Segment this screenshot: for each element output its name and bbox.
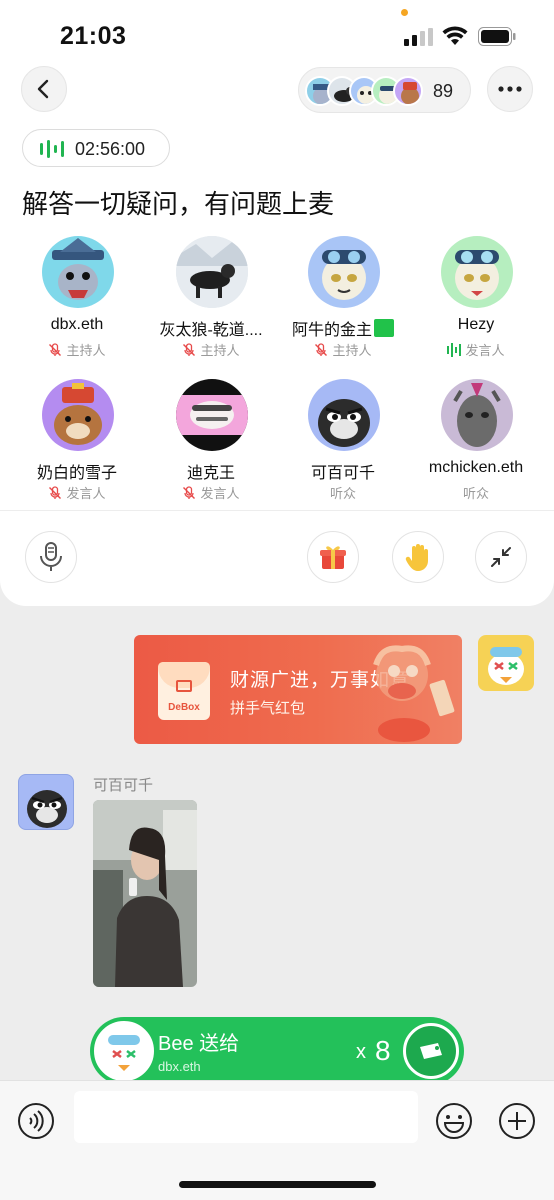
emoji-icon[interactable] bbox=[434, 1101, 474, 1141]
speaker-hezy[interactable]: Hezy 发言人 bbox=[407, 236, 545, 376]
speaker-name: dbx.eth bbox=[50, 316, 104, 333]
muted-mic-icon bbox=[315, 342, 328, 356]
speaker-role: 发言人 bbox=[142, 483, 280, 502]
listener-avatars-button[interactable]: 89 bbox=[298, 67, 471, 113]
speaker-role: 发言人 bbox=[407, 340, 545, 359]
muted-mic-icon bbox=[183, 485, 196, 499]
speaker-aniu-jinzhu[interactable]: 阿牛的金主 主持人 bbox=[274, 236, 412, 376]
gift-button[interactable] bbox=[307, 531, 359, 583]
voice-input-icon[interactable] bbox=[16, 1101, 56, 1141]
speaker-name: mchicken.eth bbox=[428, 459, 524, 476]
sender-avatar[interactable] bbox=[18, 774, 74, 830]
muted-mic-icon bbox=[49, 485, 62, 499]
speaker-role: 听众 bbox=[329, 486, 356, 501]
room-timer-pill: 02:56:00 bbox=[22, 129, 170, 167]
room-timer-text: 02:56:00 bbox=[75, 139, 146, 159]
speaking-wave-icon bbox=[447, 342, 462, 357]
gift-multiplier-symbol: x bbox=[356, 1041, 366, 1063]
muted-mic-icon bbox=[183, 342, 196, 356]
speaker-name: 可百可千 bbox=[310, 465, 375, 482]
ellipsis-icon bbox=[498, 86, 522, 92]
speaker-name: 阿牛的金主 bbox=[274, 316, 412, 340]
wifi-icon bbox=[442, 26, 468, 45]
battery-icon bbox=[478, 27, 516, 46]
voice-room-panel: 89 02:56:00 解答一切疑问，有问题上麦 dbx.eth 主持人 灰太狼… bbox=[0, 64, 554, 606]
back-button[interactable] bbox=[21, 66, 67, 112]
status-time: 21:03 bbox=[60, 22, 127, 50]
home-indicator[interactable] bbox=[179, 1181, 376, 1188]
red-packet-brand: DeBox bbox=[168, 702, 200, 713]
listener-count: 89 bbox=[433, 81, 454, 101]
raise-hand-icon bbox=[405, 544, 428, 571]
avatar bbox=[441, 379, 513, 451]
lion-dance-illustration bbox=[373, 645, 455, 742]
gift-item-icon bbox=[403, 1023, 459, 1079]
minimize-button[interactable] bbox=[475, 531, 527, 583]
cellular-signal-icon bbox=[404, 28, 433, 46]
collapse-arrows-icon bbox=[491, 547, 511, 567]
muted-mic-icon bbox=[49, 342, 62, 356]
speaker-name: 奶白的雪子 bbox=[36, 465, 117, 482]
microphone-icon bbox=[40, 542, 62, 571]
speaker-role: 主持人 bbox=[142, 340, 280, 359]
speaker-kebai-keqian[interactable]: 可百可千 听众 bbox=[274, 379, 412, 519]
more-options-button[interactable] bbox=[487, 66, 533, 112]
speaker-name: 灰太狼-乾道.... bbox=[159, 322, 263, 339]
gift-receiver-text: dbx.eth bbox=[158, 1059, 201, 1074]
status-bar: 21:03 bbox=[0, 0, 554, 64]
avatar bbox=[42, 236, 114, 308]
speaker-name: Hezy bbox=[457, 316, 495, 333]
speaker-role: 主持人 bbox=[274, 340, 412, 359]
chevron-left-icon bbox=[37, 79, 49, 99]
avatar bbox=[176, 236, 248, 308]
speaker-dbx-eth[interactable]: dbx.eth 主持人 bbox=[8, 236, 146, 376]
avatar bbox=[308, 379, 380, 451]
red-envelope-icon: DeBox bbox=[158, 662, 210, 720]
speaker-role: 听众 bbox=[462, 486, 489, 501]
avatar bbox=[176, 379, 248, 451]
listener-avatar bbox=[393, 76, 423, 106]
red-packet-subtitle: 拼手气红包 bbox=[230, 700, 306, 717]
red-packet-message[interactable]: DeBox 财源广进，万事如意 拼手气红包 bbox=[134, 635, 462, 744]
gift-notification: Bee 送给 dbx.eth x 8 bbox=[90, 1017, 464, 1085]
green-square-badge bbox=[374, 319, 394, 337]
room-title: 解答一切疑问，有问题上麦 bbox=[22, 189, 335, 219]
avatar bbox=[308, 236, 380, 308]
raise-hand-button[interactable] bbox=[392, 531, 444, 583]
speaker-naibai-xuezi[interactable]: 奶白的雪子 发言人 bbox=[8, 379, 146, 519]
audio-wave-icon bbox=[40, 140, 64, 158]
message-input[interactable] bbox=[74, 1091, 418, 1143]
gift-icon bbox=[320, 546, 346, 569]
add-icon[interactable] bbox=[497, 1101, 537, 1141]
gift-count: 8 bbox=[375, 1035, 391, 1066]
image-message[interactable] bbox=[93, 800, 197, 987]
microphone-button[interactable] bbox=[25, 531, 77, 583]
panel-divider bbox=[0, 510, 554, 511]
avatar bbox=[441, 236, 513, 308]
speaker-mchicken-eth[interactable]: mchicken.eth 听众 bbox=[407, 379, 545, 519]
message-sender-name: 可百可千 bbox=[93, 777, 154, 794]
speaker-role: 主持人 bbox=[8, 340, 146, 359]
gift-sender-avatar bbox=[94, 1021, 154, 1081]
avatar bbox=[42, 379, 114, 451]
gift-sender-text: Bee 送给 bbox=[158, 1033, 240, 1055]
speaker-dikewang[interactable]: 迪克王 发言人 bbox=[142, 379, 280, 519]
self-avatar[interactable] bbox=[478, 635, 534, 691]
speaker-name: 迪克王 bbox=[186, 465, 235, 482]
speaker-role: 发言人 bbox=[8, 483, 146, 502]
speaker-huitailang[interactable]: 灰太狼-乾道.... 主持人 bbox=[142, 236, 280, 376]
privacy-indicator-dot bbox=[401, 9, 408, 16]
